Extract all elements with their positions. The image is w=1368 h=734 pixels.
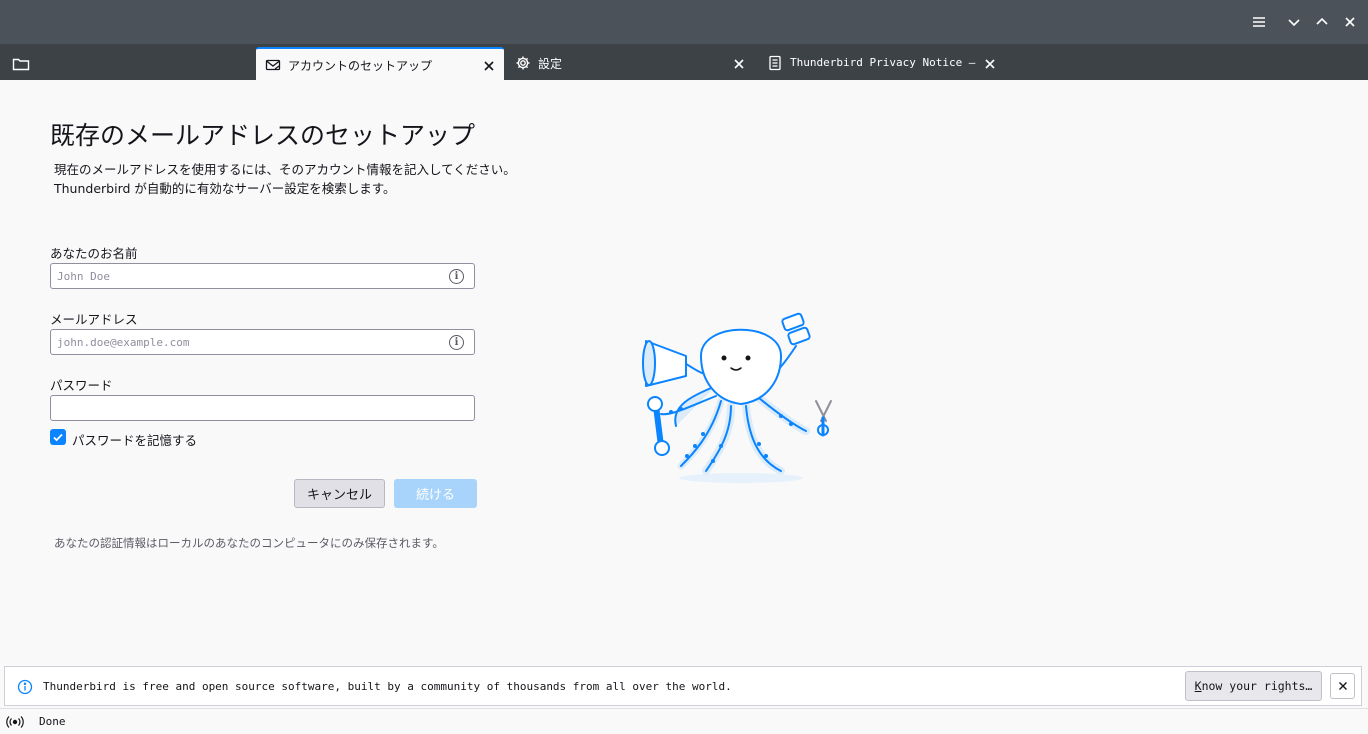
email-input[interactable] <box>51 330 441 354</box>
tab-bar: アカウントのセットアップ 設定 Thunderbird Privacy Noti… <box>0 44 1368 80</box>
close-notification-button[interactable] <box>1330 673 1355 699</box>
password-input[interactable] <box>51 396 441 420</box>
continue-button[interactable]: 続ける <box>394 479 477 508</box>
password-field[interactable] <box>50 395 475 421</box>
name-field[interactable]: i <box>50 263 475 289</box>
gear-icon <box>515 55 531 71</box>
document-icon <box>767 55 783 71</box>
close-window-button[interactable] <box>1339 11 1361 33</box>
credentials-footnote: あなたの認証情報はローカルのあなたのコンピュータにのみ保存されます。 <box>54 536 444 550</box>
octopus-illustration <box>631 306 851 486</box>
online-status-icon[interactable] <box>6 714 24 730</box>
email-field[interactable]: i <box>50 329 475 355</box>
tab-settings[interactable]: 設定 <box>506 47 754 80</box>
notification-text: Thunderbird is free and open source soft… <box>43 680 732 693</box>
account-setup-page: 既存のメールアドレスのセットアップ 現在のメールアドレスを使用するには、そのアカ… <box>1 80 1367 664</box>
status-text: Done <box>39 715 66 728</box>
know-your-rights-button[interactable]: Know your rights… <box>1185 671 1322 701</box>
cancel-button[interactable]: キャンセル <box>294 479 385 508</box>
checkmark-icon <box>53 433 63 442</box>
info-icon[interactable]: i <box>449 335 464 350</box>
status-bar: Done <box>0 708 1368 734</box>
tab-account-setup[interactable]: アカウントのセットアップ <box>256 47 504 80</box>
close-tab-icon[interactable] <box>482 58 496 72</box>
tab-privacy-notice[interactable]: Thunderbird Privacy Notice — Moz <box>758 47 998 80</box>
know-your-rights-label: now your rights… <box>1201 679 1313 693</box>
name-input[interactable] <box>51 264 441 288</box>
email-label: メールアドレス <box>50 312 138 327</box>
notification-bar: Thunderbird is free and open source soft… <box>4 666 1362 706</box>
tab-label: アカウントのセットアップ <box>288 59 433 73</box>
folder-icon[interactable] <box>12 56 30 71</box>
account-setup-icon <box>265 57 281 73</box>
page-title: 既存のメールアドレスのセットアップ <box>50 121 476 150</box>
remember-password-label[interactable]: パスワードを記憶する <box>72 430 197 449</box>
minimize-button[interactable] <box>1283 11 1305 33</box>
close-tab-icon[interactable] <box>732 56 746 70</box>
tab-label: Thunderbird Privacy Notice — Moz <box>790 56 978 69</box>
maximize-button[interactable] <box>1311 11 1333 33</box>
page-description: 現在のメールアドレスを使用するには、そのアカウント情報を記入してください。 Th… <box>54 162 516 196</box>
title-bar <box>0 0 1368 44</box>
info-icon[interactable]: i <box>449 269 464 284</box>
info-icon <box>17 679 33 695</box>
access-key-letter: K <box>1194 679 1202 693</box>
close-icon <box>1338 682 1347 690</box>
password-label: パスワード <box>50 378 113 393</box>
remember-password-checkbox[interactable] <box>50 429 66 445</box>
menu-icon[interactable] <box>1248 11 1270 33</box>
name-label: あなたのお名前 <box>50 246 138 261</box>
close-tab-icon[interactable] <box>983 56 997 70</box>
tab-label: 設定 <box>538 57 563 71</box>
